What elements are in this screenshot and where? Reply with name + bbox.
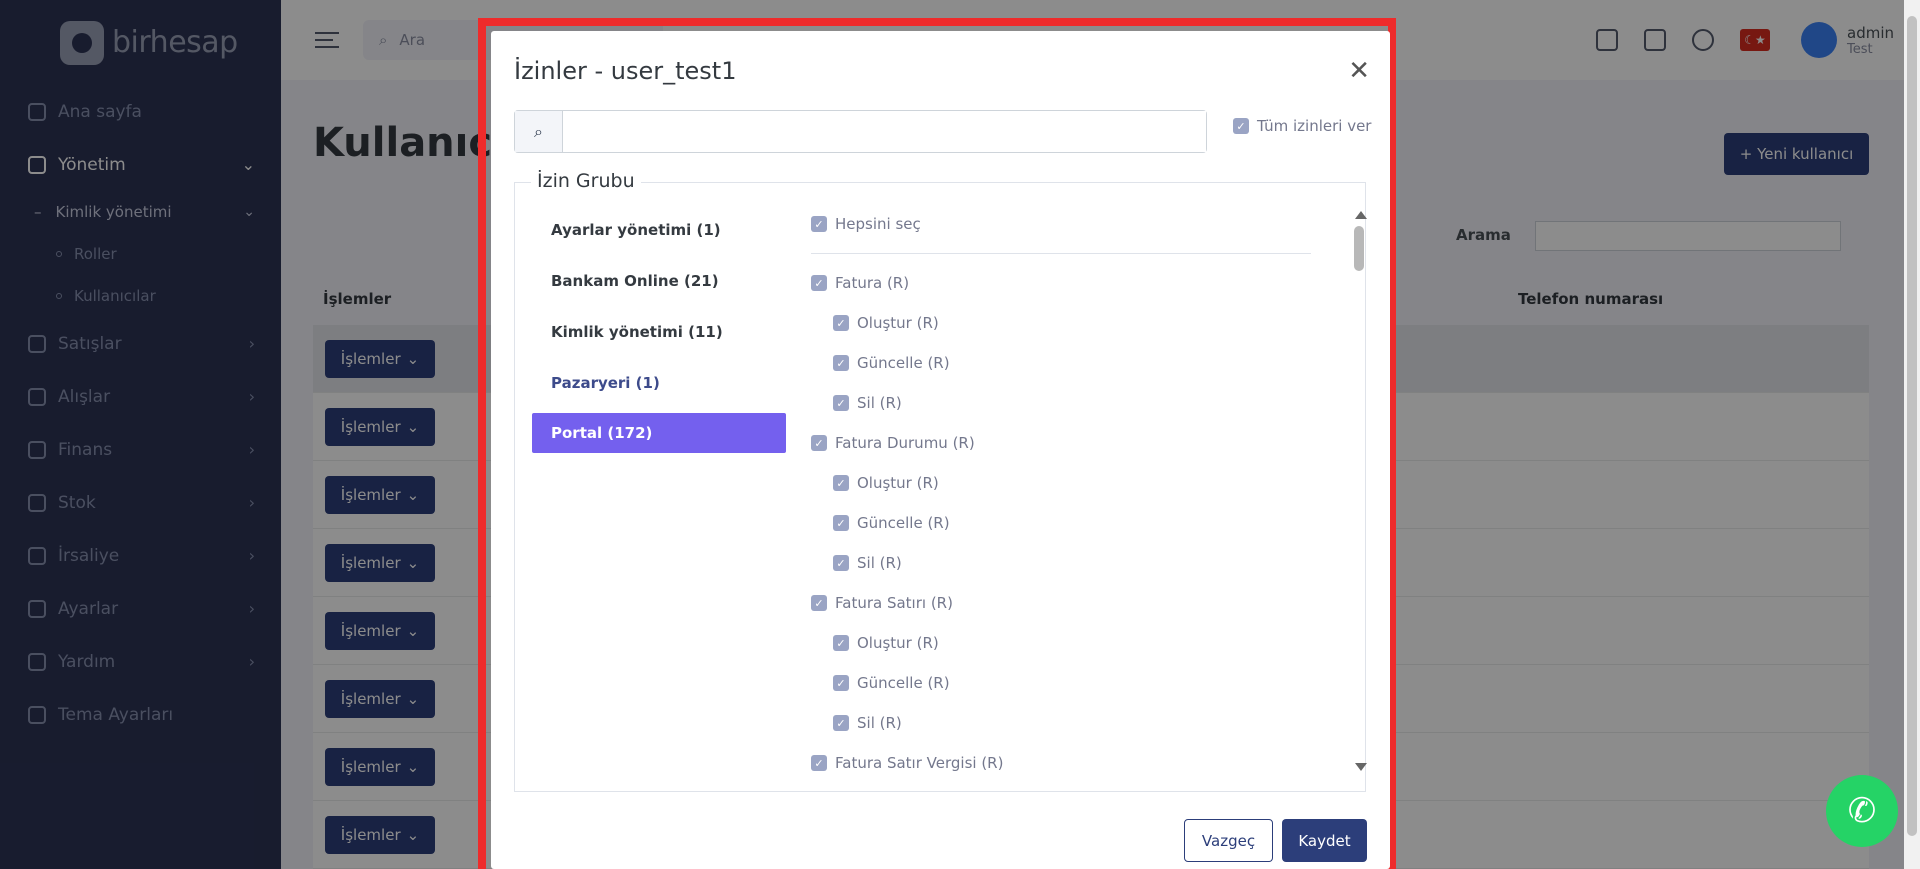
checkbox-checked-icon: ✓ [833,475,849,491]
permission-label: Fatura Durumu (R) [835,434,975,452]
scrollbar-thumb[interactable] [1907,16,1917,836]
permission-label: Güncelle (R) [857,674,950,692]
checkbox-checked-icon: ✓ [811,755,827,771]
permission-checkbox[interactable]: ✓ Fatura Satır Vergisi (R) [811,743,1311,783]
grant-all-label: Tüm izinleri ver [1257,117,1372,135]
permission-child-checkbox[interactable]: ✓ Sil (R) [811,703,1311,743]
select-all-checkbox[interactable]: ✓ Hepsini seç [811,204,1311,244]
permission-child-checkbox[interactable]: ✓ Oluştur (R) [811,463,1311,503]
checkbox-checked-icon: ✓ [833,555,849,571]
permission-label: Fatura Satır Vergisi (R) [835,754,1004,772]
checkbox-checked-icon: ✓ [1233,118,1249,134]
permission-label: Sil (R) [857,394,902,412]
permission-label: Fatura (R) [835,274,910,292]
permission-checkbox[interactable]: ✓ Fatura Durumu (R) [811,423,1311,463]
permission-child-checkbox[interactable]: ✓ Oluştur (R) [811,303,1311,343]
permission-group-item[interactable]: Kimlik yönetimi (11) [532,306,786,357]
permission-search: ⌕ [514,110,1207,153]
checkbox-checked-icon: ✓ [833,635,849,651]
permission-label: Oluştur (R) [857,474,939,492]
permission-group-item[interactable]: Pazaryeri (1) [532,357,786,408]
page-scrollbar[interactable] [1904,0,1920,869]
permissions-modal: İzinler - user_test1 ✕ ⌕ ✓ Tüm izinleri … [491,31,1390,869]
permission-group-item[interactable]: Portal (172) [532,413,786,453]
permission-child-checkbox[interactable]: ✓ Güncelle (R) [811,343,1311,383]
checkbox-checked-icon: ✓ [811,435,827,451]
permission-group-list: Ayarlar yönetimi (1) Bankam Online (21) Ki… [532,204,786,453]
permission-label: Oluştur (R) [857,634,939,652]
checkbox-checked-icon: ✓ [833,355,849,371]
divider [811,253,1311,254]
permission-child-checkbox[interactable]: ✓ Sil (R) [811,543,1311,583]
whatsapp-icon[interactable]: ✆ [1826,775,1898,847]
permission-label: Oluştur (R) [857,314,939,332]
permission-child-checkbox[interactable]: ✓ Sil (R) [811,383,1311,423]
permission-list: ✓ Hepsini seç ✓ Fatura (R) ✓ Oluştur (R) ✓ Gü… [811,204,1311,784]
checkbox-checked-icon: ✓ [833,675,849,691]
permission-list-scrollbar[interactable] [1353,211,1367,771]
select-all-label: Hepsini seç [835,215,921,233]
permission-group-item[interactable]: Bankam Online (21) [532,255,786,306]
permission-child-checkbox[interactable]: ✓ Güncelle (R) [811,663,1311,703]
permission-child-checkbox[interactable]: ✓ Oluştur (R) [811,623,1311,663]
permission-group-fieldset: İzin Grubu Ayarlar yönetimi (1) Bankam On… [514,170,1367,792]
checkbox-checked-icon: ✓ [833,715,849,731]
permission-checkbox[interactable]: ✓ Fatura Satırı (R) [811,583,1311,623]
scroll-up-icon[interactable] [1355,211,1367,219]
checkbox-checked-icon: ✓ [811,275,827,291]
checkbox-checked-icon: ✓ [811,216,827,232]
permission-group-item[interactable]: Ayarlar yönetimi (1) [532,204,786,255]
permission-child-checkbox[interactable]: ✓ Güncelle (R) [811,503,1311,543]
save-button[interactable]: Kaydet [1282,819,1367,862]
permission-label: Güncelle (R) [857,354,950,372]
scrollbar-thumb[interactable] [1354,226,1364,271]
close-icon[interactable]: ✕ [1348,58,1370,84]
permission-search-input[interactable] [563,111,1206,152]
search-icon: ⌕ [515,111,563,152]
cancel-button[interactable]: Vazgeç [1184,819,1273,862]
permission-checkbox[interactable]: ✓ Fatura (R) [811,263,1311,303]
permission-label: Sil (R) [857,714,902,732]
permission-label: Sil (R) [857,554,902,572]
checkbox-checked-icon: ✓ [833,395,849,411]
scroll-down-icon[interactable] [1355,763,1367,771]
permission-label: Fatura Satırı (R) [835,594,953,612]
grant-all-checkbox[interactable]: ✓ Tüm izinleri ver [1233,117,1371,135]
checkbox-checked-icon: ✓ [833,515,849,531]
checkbox-checked-icon: ✓ [833,315,849,331]
permission-label: Güncelle (R) [857,514,950,532]
checkbox-checked-icon: ✓ [811,595,827,611]
fieldset-legend: İzin Grubu [531,170,641,192]
modal-title: İzinler - user_test1 [514,57,737,85]
